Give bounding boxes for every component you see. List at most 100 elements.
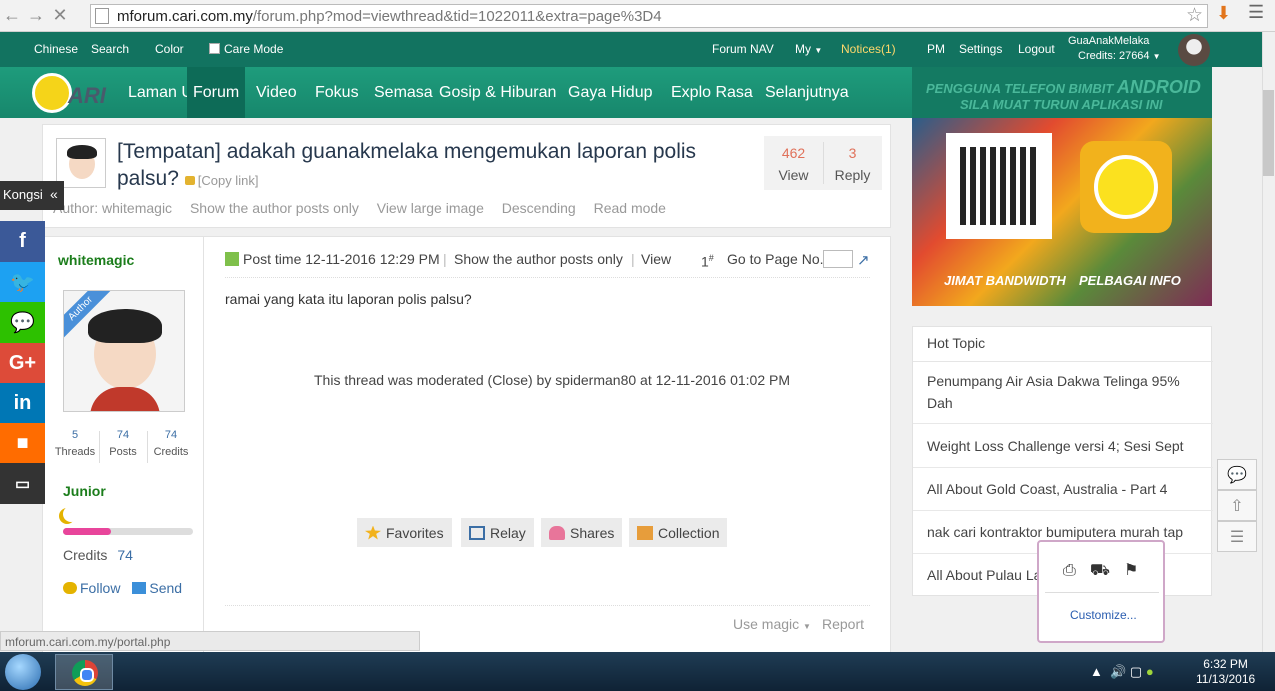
chrome-taskbar-button[interactable] <box>55 654 113 690</box>
download-icon[interactable]: ⬇ <box>1216 3 1231 24</box>
replies-count: 3 <box>848 145 857 161</box>
topbar-my[interactable]: My ▼ <box>795 42 822 56</box>
tray-up-icon[interactable]: ▲ <box>1090 664 1103 679</box>
topbar-settings[interactable]: Settings <box>959 42 1002 56</box>
wechat-icon[interactable]: 💬 <box>0 302 45 343</box>
user-avatar[interactable] <box>1178 34 1210 66</box>
views-count: 462 <box>781 145 806 161</box>
taskbar-clock[interactable]: 6:32 PM 11/13/2016 <box>1196 657 1255 687</box>
goto-page-label: Go to Page No. <box>727 251 824 267</box>
menu-icon[interactable]: ☰ <box>1248 2 1264 23</box>
author-link[interactable]: Author: whitemagic <box>53 200 172 216</box>
collection-label: Collection <box>658 524 720 541</box>
customize-link[interactable]: Customize... <box>1070 608 1137 622</box>
hot-topic-item[interactable]: All About Gold Coast, Australia - Part 4 <box>927 478 1202 500</box>
send-button[interactable]: Send <box>132 580 182 596</box>
report-link[interactable]: Report <box>822 616 864 632</box>
threads-stat[interactable]: 5 Threads <box>51 429 99 458</box>
scrollbar-thumb[interactable] <box>1263 90 1274 176</box>
credits-stat[interactable]: 74 Credits <box>147 429 195 458</box>
use-magic-link[interactable]: Use magic ▼ <box>733 616 811 632</box>
nav-fokus[interactable]: Fokus <box>315 67 359 118</box>
nav-forum[interactable]: Forum <box>187 67 246 118</box>
read-mode-link[interactable]: Read mode <box>594 200 666 216</box>
tray-green-icon[interactable]: ● <box>1146 664 1154 679</box>
list-tool-icon[interactable]: ☰ <box>1217 521 1257 552</box>
star-fav-icon <box>365 525 381 540</box>
view-link[interactable]: View <box>641 251 671 267</box>
topbar-username[interactable]: GuaAnakMelaka <box>1068 35 1149 47</box>
avatar-shirt <box>90 387 160 411</box>
show-author-posts-link[interactable]: Show the author posts only <box>454 251 623 267</box>
video-icon[interactable]: ■ <box>0 423 45 464</box>
linkedin-icon[interactable]: in <box>0 383 45 424</box>
nav-laman-utama[interactable]: Laman Utama <box>128 67 229 118</box>
forward-icon[interactable]: → <box>24 5 48 26</box>
app-icon-ring <box>1094 155 1158 219</box>
go-icon[interactable]: ↗ <box>857 251 870 269</box>
facebook-icon[interactable]: f <box>0 221 45 262</box>
topbar-logout[interactable]: Logout <box>1018 42 1055 56</box>
nav-selanjutnya[interactable]: Selanjutnya <box>765 67 849 118</box>
status-url: mforum.cari.com.my/portal.php <box>0 631 420 651</box>
care-mode-toggle[interactable]: Care Mode <box>209 42 283 56</box>
site-logo[interactable]: ARI <box>28 71 112 115</box>
copy-link[interactable]: [Copy link] <box>184 173 258 188</box>
start-button[interactable] <box>5 654 41 690</box>
app-ad-banner[interactable]: PENGGUNA TELEFON BIMBIT ANDROID SILA MUA… <box>912 67 1212 306</box>
descending-link[interactable]: Descending <box>502 200 576 216</box>
nav-gaya-hidup[interactable]: Gaya Hidup <box>568 67 653 118</box>
shares-button[interactable]: Shares <box>541 518 623 547</box>
topbar-chinese[interactable]: Chinese <box>34 42 78 56</box>
care-mode-checkbox[interactable] <box>209 43 220 54</box>
follow-label: Follow <box>80 580 121 596</box>
chrome-icon <box>72 660 98 686</box>
posts-stat[interactable]: 74 Posts <box>99 429 147 458</box>
topbar-notices[interactable]: Notices(1) <box>841 42 896 56</box>
send-label: Send <box>149 580 183 596</box>
favorites-button[interactable]: Favorites <box>357 518 452 547</box>
rank-progress-fill <box>63 528 112 535</box>
back-icon[interactable]: ← <box>0 5 24 26</box>
author-avatar[interactable]: Author <box>63 290 185 412</box>
action-center-icon[interactable]: ▢ <box>1130 664 1142 679</box>
hot-topic-item[interactable]: Penumpang Air Asia Dakwa Telinga 95% Dah <box>927 370 1202 414</box>
topbar-color[interactable]: Color <box>155 42 184 56</box>
show-author-only-link[interactable]: Show the author posts only <box>190 200 359 216</box>
topbar-credits[interactable]: Credits: 27664 ▼ <box>1078 50 1161 62</box>
hot-topic-item[interactable]: Weight Loss Challenge versi 4; Sesi Sept <box>927 435 1202 457</box>
page-number-input[interactable] <box>823 250 853 268</box>
topbar-search[interactable]: Search <box>91 42 129 56</box>
floor-number-value: 1 <box>701 253 709 270</box>
url-path: /forum.php?mod=viewthread&tid=1022011&ex… <box>252 7 662 25</box>
avatar-hair <box>67 145 97 159</box>
rank-progress-bar <box>63 528 193 535</box>
address-bar[interactable]: mforum.cari.com.my/forum.php?mod=viewthr… <box>90 4 1208 28</box>
view-large-image-link[interactable]: View large image <box>377 200 484 216</box>
tray-app-icon[interactable]: ⎙ <box>1063 562 1076 579</box>
topbar-pm[interactable]: PM <box>927 42 945 56</box>
star-icon[interactable]: ☆ <box>1186 5 1203 27</box>
avatar-hair <box>88 309 162 343</box>
relay-button[interactable]: Relay <box>461 518 534 547</box>
flag-icon[interactable]: ⚑ <box>1124 562 1138 579</box>
reply-tool-icon[interactable]: 💬 <box>1217 459 1257 490</box>
close-load-icon[interactable]: ✕ <box>48 5 72 26</box>
googleplus-icon[interactable]: G+ <box>0 343 45 384</box>
collection-button[interactable]: Collection <box>629 518 728 547</box>
nav-gosip[interactable]: Gosip & Hiburan <box>439 67 556 118</box>
tray-network-icon[interactable]: ⛟ <box>1090 562 1110 579</box>
comment-icon[interactable]: ▭ <box>0 463 45 504</box>
top-tool-icon[interactable]: ⇧ <box>1217 490 1257 521</box>
follow-button[interactable]: Follow <box>63 580 120 596</box>
nav-semasa[interactable]: Semasa <box>374 67 433 118</box>
share-toggle[interactable]: Kongsi « <box>0 181 64 210</box>
twitter-icon[interactable]: 🐦 <box>0 262 45 303</box>
replies-label: Reply <box>834 167 871 183</box>
topbar-forum-nav[interactable]: Forum NAV <box>712 42 774 56</box>
nav-video[interactable]: Video <box>256 67 297 118</box>
floor-number[interactable]: 1# <box>701 253 714 270</box>
author-name[interactable]: whitemagic <box>58 252 134 268</box>
volume-icon[interactable]: 🔊 <box>1110 664 1126 679</box>
nav-explo-rasa[interactable]: Explo Rasa <box>671 67 753 118</box>
